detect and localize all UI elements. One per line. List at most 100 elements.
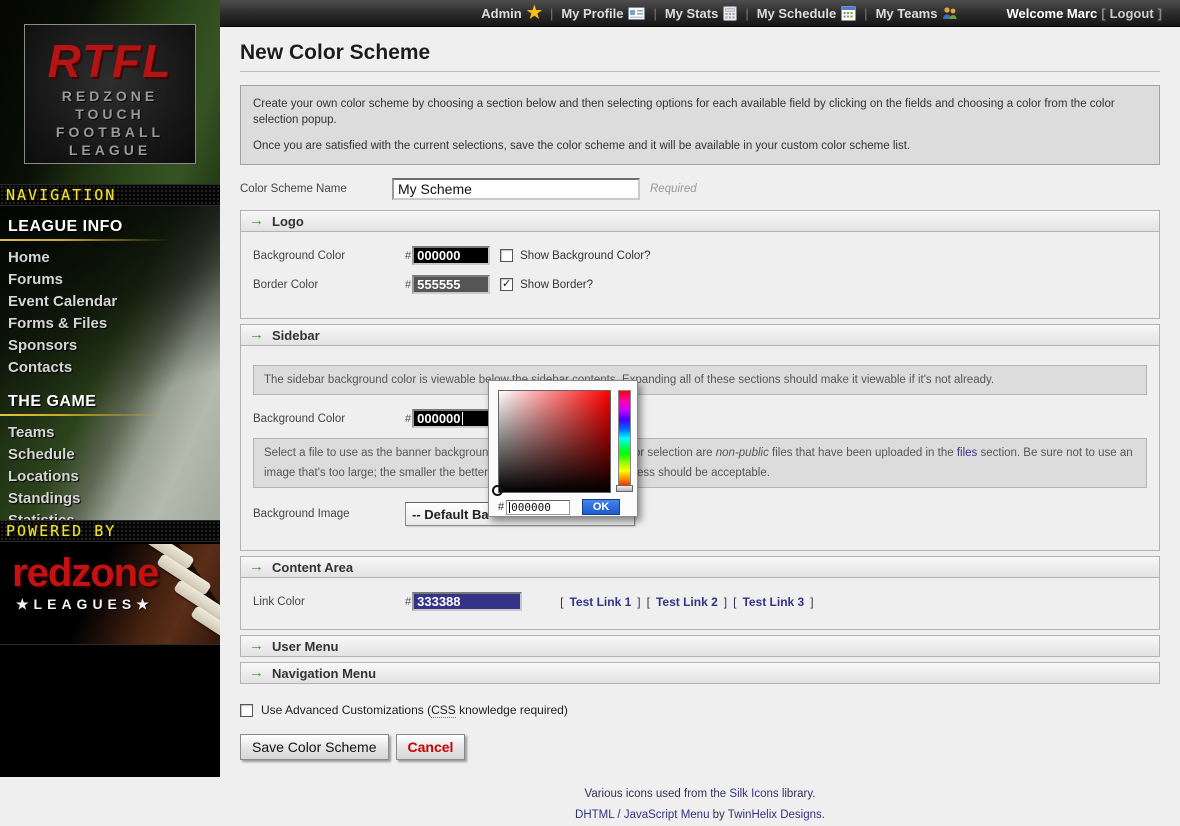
sidebar-item-event-calendar[interactable]: Event Calendar bbox=[8, 291, 220, 313]
css-abbr: CSS bbox=[431, 703, 456, 718]
intro-paragraph-1: Create your own color scheme by choosing… bbox=[253, 96, 1147, 128]
sidebar-background-color-input[interactable]: 000000 bbox=[412, 409, 490, 428]
sidebar-item-locations[interactable]: Locations bbox=[8, 466, 220, 488]
color-scheme-name-input[interactable] bbox=[392, 178, 640, 200]
sidebar-header-the-game: THE GAME bbox=[8, 393, 220, 411]
silk-icons-link[interactable]: Silk Icons bbox=[729, 788, 778, 800]
advanced-customizations-label: Use Advanced Customizations (CSS knowled… bbox=[261, 703, 568, 717]
picker-hex-input[interactable]: 000000 bbox=[506, 500, 570, 515]
picker-ok-button[interactable]: OK bbox=[582, 499, 620, 515]
gold-divider bbox=[0, 239, 180, 241]
section-title-user-menu: User Menu bbox=[272, 639, 338, 654]
section-header-navigation-menu[interactable]: → Navigation Menu bbox=[240, 662, 1160, 684]
league-logo-acronym: RTFL bbox=[25, 35, 195, 87]
action-buttons: Save Color Scheme Cancel bbox=[240, 734, 1160, 760]
banner-note-line-1: Select a file to use as the banner backg… bbox=[264, 446, 1136, 460]
background-color-label: Background Color bbox=[253, 413, 405, 425]
arrow-right-icon: → bbox=[249, 214, 264, 228]
dhtml-link[interactable]: DHTML bbox=[575, 809, 614, 821]
league-logo-line: LEAGUE bbox=[25, 141, 195, 159]
section-header-sidebar[interactable]: → Sidebar bbox=[240, 324, 1160, 346]
sidebar-note-text: The sidebar background color is viewable… bbox=[264, 373, 1136, 387]
logo-border-color-input[interactable]: 555555 bbox=[412, 275, 490, 294]
save-color-scheme-button[interactable]: Save Color Scheme bbox=[240, 734, 389, 760]
menu-separator: | bbox=[864, 6, 867, 21]
main-content: New Color Scheme Create your own color s… bbox=[220, 27, 1180, 777]
footer-text: . bbox=[822, 809, 825, 821]
sidebar-item-contacts[interactable]: Contacts bbox=[8, 357, 220, 379]
sidebar-field-photo: RTFL REDZONE TOUCH FOOTBALL LEAGUE bbox=[0, 0, 220, 184]
page-footer: Various icons used from the Silk Icons l… bbox=[240, 784, 1160, 826]
menu-my-stats[interactable]: My Stats bbox=[665, 6, 737, 21]
footer-icons-credit: Various icons used from the Silk Icons l… bbox=[240, 784, 1160, 805]
logo-background-color-input[interactable]: 000000 bbox=[412, 246, 490, 265]
link-color-input[interactable]: 333388 bbox=[412, 592, 522, 611]
link-color-value: 333388 bbox=[417, 594, 460, 609]
hue-slider-handle[interactable] bbox=[616, 485, 633, 492]
hash-prefix: # bbox=[405, 413, 411, 425]
saturation-value-gradient[interactable] bbox=[498, 390, 611, 493]
sidebar-item-forms-files[interactable]: Forms & Files bbox=[8, 313, 220, 335]
logout-bracket: ] bbox=[1158, 6, 1162, 21]
arrow-right-icon: → bbox=[249, 328, 264, 342]
color-scheme-name-label: Color Scheme Name bbox=[240, 183, 392, 195]
test-link-2[interactable]: Test Link 2 bbox=[656, 595, 718, 609]
admin-star-icon: ★ bbox=[527, 5, 542, 21]
logo-background-color-value: 000000 bbox=[417, 248, 460, 263]
sidebar-item-sponsors[interactable]: Sponsors bbox=[8, 335, 220, 357]
logo-border-color-value: 555555 bbox=[417, 277, 460, 292]
cancel-button[interactable]: Cancel bbox=[396, 734, 466, 760]
section-header-content-area[interactable]: → Content Area bbox=[240, 556, 1160, 578]
sidebar-note-box: The sidebar background color is viewable… bbox=[253, 365, 1147, 395]
sidebar-item-schedule[interactable]: Schedule bbox=[8, 444, 220, 466]
section-title-sidebar: Sidebar bbox=[272, 328, 320, 343]
menu-separator: | bbox=[653, 6, 656, 21]
banner-note-text: section. Be sure not to use an bbox=[977, 447, 1132, 459]
menu-admin[interactable]: Admin ★ bbox=[481, 5, 542, 21]
color-selection-marker[interactable] bbox=[492, 485, 503, 496]
show-border-checkbox[interactable]: ✓ bbox=[500, 278, 513, 291]
background-image-label: Background Image bbox=[253, 508, 405, 520]
show-background-color-checkbox[interactable] bbox=[500, 249, 513, 262]
bracket: ] bbox=[810, 595, 813, 609]
logout-bracket: [ bbox=[1101, 6, 1105, 21]
footer-text: library. bbox=[779, 788, 816, 800]
menu-my-profile-label: My Profile bbox=[561, 6, 623, 21]
sidebar-item-teams[interactable]: Teams bbox=[8, 422, 220, 444]
footer-menu-credit: DHTML / JavaScript Menu by TwinHelix Des… bbox=[240, 805, 1160, 826]
color-picker-popup: # 000000 OK bbox=[488, 380, 638, 517]
menu-my-profile[interactable]: My Profile bbox=[561, 6, 645, 21]
calendar-icon bbox=[841, 6, 856, 21]
show-background-color-label: Show Background Color? bbox=[520, 250, 650, 262]
advanced-label-pre: Use Advanced Customizations ( bbox=[261, 703, 431, 717]
files-link[interactable]: files bbox=[957, 447, 977, 459]
hash-prefix: # bbox=[405, 596, 411, 608]
menu-my-schedule[interactable]: My Schedule bbox=[757, 6, 856, 21]
sidebar-item-home[interactable]: Home bbox=[8, 247, 220, 269]
section-header-user-menu[interactable]: → User Menu bbox=[240, 635, 1160, 657]
arrow-right-icon: → bbox=[249, 560, 264, 574]
link-color-row: Link Color # 333388 [ Test Link 1 ] [ Te… bbox=[253, 592, 1147, 611]
section-header-logo[interactable]: → Logo bbox=[240, 210, 1160, 232]
menu-my-teams[interactable]: My Teams bbox=[876, 6, 959, 21]
advanced-customizations-checkbox[interactable] bbox=[240, 704, 253, 717]
border-color-label: Border Color bbox=[253, 279, 405, 291]
footer-text: / bbox=[614, 809, 624, 821]
intro-paragraph-2: Once you are satisfied with the current … bbox=[253, 138, 1147, 154]
sidebar-item-standings[interactable]: Standings bbox=[8, 488, 220, 510]
twinhelix-designs-link[interactable]: TwinHelix Designs bbox=[728, 809, 822, 821]
test-link-3[interactable]: Test Link 3 bbox=[742, 595, 804, 609]
profile-card-icon bbox=[628, 7, 645, 20]
test-link-1[interactable]: Test Link 1 bbox=[569, 595, 631, 609]
javascript-menu-link[interactable]: JavaScript Menu bbox=[624, 809, 710, 821]
hue-slider-bar[interactable] bbox=[618, 390, 631, 487]
sidebar-item-forums[interactable]: Forums bbox=[8, 269, 220, 291]
powered-by-label: POWERED BY bbox=[6, 522, 116, 540]
text-cursor bbox=[509, 502, 510, 513]
title-divider bbox=[240, 71, 1160, 72]
link-color-label: Link Color bbox=[253, 596, 405, 608]
logo-border-color-row: Border Color # 555555 ✓ Show Border? bbox=[253, 275, 1147, 294]
people-icon bbox=[942, 6, 958, 20]
sidebar: RTFL REDZONE TOUCH FOOTBALL LEAGUE NAVIG… bbox=[0, 0, 220, 777]
logout-link[interactable]: Logout bbox=[1110, 6, 1154, 21]
